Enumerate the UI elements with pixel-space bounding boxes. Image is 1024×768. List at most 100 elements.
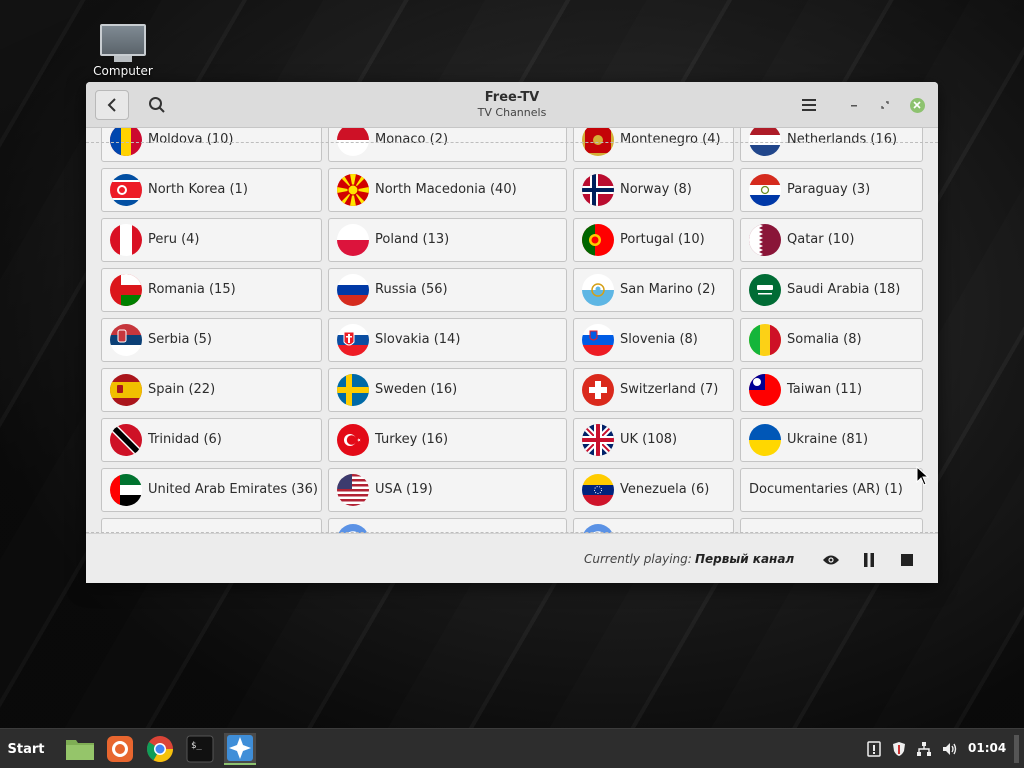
- back-button[interactable]: [95, 90, 129, 120]
- player-bar: Currently playing: Первый канал: [86, 533, 938, 583]
- channel-tile-label: UK (108): [620, 432, 678, 447]
- ukraine-flag-icon: [749, 424, 781, 456]
- channel-tile-label: Spain (22): [148, 382, 216, 397]
- svg-text:$_: $_: [191, 741, 202, 751]
- channel-tile[interactable]: Trinidad (6): [101, 418, 322, 462]
- channel-tile[interactable]: Saudi Arabia (18): [740, 268, 923, 312]
- russia-flag-icon: [337, 274, 369, 306]
- channel-grid[interactable]: Moldova (10) Monaco (2) Montenegro (4) Neth…: [86, 128, 938, 533]
- channel-tile-label: Documentaries (AR) (1): [749, 482, 903, 497]
- channel-tile-label: Serbia (5): [148, 332, 212, 347]
- channel-tile[interactable]: Peru (4): [101, 218, 322, 262]
- computer-icon: [100, 24, 146, 56]
- channel-tile-label: North Korea (1): [148, 182, 248, 197]
- pause-button[interactable]: [858, 549, 880, 571]
- channel-tile-label: Somalia (8): [787, 332, 862, 347]
- channel-tile[interactable]: USA (19): [328, 468, 567, 512]
- channel-tile[interactable]: Turkey (16): [328, 418, 567, 462]
- channel-tile[interactable]: Venezuela (6): [573, 468, 734, 512]
- channel-tile-label: United Arab Emirates (36): [148, 482, 318, 497]
- channel-tile-partial[interactable]: [740, 518, 923, 533]
- channel-tile-label: Portugal (10): [620, 232, 705, 247]
- channel-tile[interactable]: Russia (56): [328, 268, 567, 312]
- minimize-button[interactable]: [845, 96, 863, 114]
- channel-tile[interactable]: Romania (15): [101, 268, 322, 312]
- taiwan-flag-icon: [749, 374, 781, 406]
- channel-tile-partial[interactable]: [101, 518, 322, 533]
- channel-tile[interactable]: Montenegro (4): [573, 128, 734, 162]
- channel-tile[interactable]: North Macedonia (40): [328, 168, 567, 212]
- channel-tile-label: Trinidad (6): [148, 432, 222, 447]
- channel-tile[interactable]: United Arab Emirates (36): [101, 468, 322, 512]
- channel-tile[interactable]: Monaco (2): [328, 128, 567, 162]
- tray-updates[interactable]: [865, 740, 883, 758]
- channel-tile[interactable]: Ukraine (81): [740, 418, 923, 462]
- search-button[interactable]: [144, 92, 170, 118]
- channel-tile[interactable]: Qatar (10): [740, 218, 923, 262]
- volume-icon: [943, 743, 957, 755]
- channel-tile-partial[interactable]: [328, 518, 567, 533]
- paraguay-flag-icon: [749, 174, 781, 206]
- tray-network[interactable]: [915, 740, 933, 758]
- channel-tile[interactable]: Netherlands (16): [740, 128, 923, 162]
- channel-tile[interactable]: UK (108): [573, 418, 734, 462]
- trinidad-flag-icon: [110, 424, 142, 456]
- freetv-icon: [227, 735, 253, 761]
- minimize-icon: [851, 105, 857, 107]
- channel-tile[interactable]: Portugal (10): [573, 218, 734, 262]
- channel-tile[interactable]: Slovakia (14): [328, 318, 567, 362]
- channel-tile-label: Norway (8): [620, 182, 692, 197]
- channel-tile-label: USA (19): [375, 482, 433, 497]
- show-video-button[interactable]: [820, 549, 842, 571]
- channel-tile[interactable]: Poland (13): [328, 218, 567, 262]
- firefox-icon: [107, 736, 133, 762]
- titlebar: Free-TV TV Channels: [86, 82, 938, 128]
- channel-tile-label: Taiwan (11): [787, 382, 863, 397]
- channel-tile[interactable]: North Korea (1): [101, 168, 322, 212]
- channel-tile[interactable]: Switzerland (7): [573, 368, 734, 412]
- close-button[interactable]: [908, 96, 926, 114]
- channel-tile[interactable]: Serbia (5): [101, 318, 322, 362]
- channel-tile[interactable]: Sweden (16): [328, 368, 567, 412]
- channel-tile[interactable]: Somalia (8): [740, 318, 923, 362]
- norway-flag-icon: [582, 174, 614, 206]
- channel-tile[interactable]: San Marino (2): [573, 268, 734, 312]
- clock[interactable]: 01:04: [968, 741, 1006, 755]
- channel-tile-label: Turkey (16): [375, 432, 449, 447]
- start-button[interactable]: Start: [0, 729, 52, 768]
- stop-button[interactable]: [896, 549, 918, 571]
- taskbar-files[interactable]: [64, 733, 96, 765]
- taskbar-freetv[interactable]: [224, 733, 256, 765]
- taskbar-firefox[interactable]: [104, 733, 136, 765]
- maximize-button[interactable]: [876, 96, 894, 114]
- show-desktop-button[interactable]: [1014, 735, 1019, 763]
- san-marino-flag-icon: [582, 274, 614, 306]
- serbia-flag-icon: [110, 324, 142, 356]
- channel-tile[interactable]: Slovenia (8): [573, 318, 734, 362]
- channel-tile-partial[interactable]: [573, 518, 734, 533]
- maximize-icon: [881, 101, 889, 109]
- sweden-flag-icon: [337, 374, 369, 406]
- window-title-block: Free-TV TV Channels: [412, 90, 612, 120]
- pause-icon: [864, 553, 874, 567]
- channel-tile[interactable]: Spain (22): [101, 368, 322, 412]
- menu-button[interactable]: [796, 93, 822, 117]
- desktop-icon-computer[interactable]: Computer: [88, 24, 158, 78]
- channel-tile[interactable]: Paraguay (3): [740, 168, 923, 212]
- taskbar-terminal[interactable]: $_: [184, 733, 216, 765]
- channel-tile-label: North Macedonia (40): [375, 182, 517, 197]
- channel-tile-label: Romania (15): [148, 282, 236, 297]
- search-icon: [149, 97, 165, 113]
- tray-volume[interactable]: [941, 740, 959, 758]
- channel-tile[interactable]: Taiwan (11): [740, 368, 923, 412]
- channel-tile[interactable]: Moldova (10): [101, 128, 322, 162]
- channel-tile[interactable]: Norway (8): [573, 168, 734, 212]
- terminal-icon: $_: [186, 735, 214, 763]
- peru-flag-icon: [110, 224, 142, 256]
- portugal-flag-icon: [582, 224, 614, 256]
- channel-tile-label: Saudi Arabia (18): [787, 282, 901, 297]
- channel-tile[interactable]: Documentaries (AR) (1): [740, 468, 923, 512]
- files-icon: [66, 740, 94, 760]
- taskbar-chrome[interactable]: [144, 733, 176, 765]
- tray-shield[interactable]: [890, 740, 908, 758]
